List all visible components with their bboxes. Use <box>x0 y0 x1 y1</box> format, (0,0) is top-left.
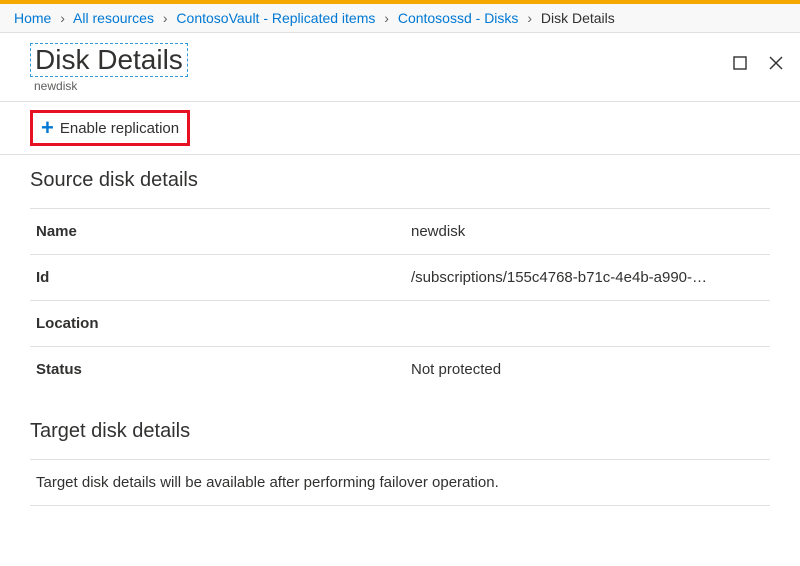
detail-value <box>411 315 764 332</box>
detail-row-location: Location <box>30 300 770 346</box>
breadcrumb-disks[interactable]: Contosossd - Disks <box>398 10 519 26</box>
breadcrumb-vault[interactable]: ContosoVault - Replicated items <box>176 10 375 26</box>
source-section-title: Source disk details <box>30 169 770 192</box>
blade-content: Source disk details Name newdisk Id /sub… <box>0 155 800 520</box>
blade-header: Disk Details newdisk <box>0 33 800 102</box>
chevron-right-icon: › <box>527 10 532 26</box>
breadcrumb-home[interactable]: Home <box>14 10 51 26</box>
detail-row-id: Id /subscriptions/155c4768-b71c-4e4b-a99… <box>30 254 770 300</box>
target-section-message: Target disk details will be available af… <box>30 459 770 506</box>
plus-icon: + <box>41 117 54 139</box>
detail-label: Name <box>36 223 411 240</box>
close-icon[interactable] <box>766 53 786 76</box>
target-section-title: Target disk details <box>30 420 770 443</box>
detail-row-status: Status Not protected <box>30 346 770 392</box>
detail-label: Location <box>36 315 411 332</box>
restore-icon[interactable] <box>730 53 750 76</box>
detail-row-name: Name newdisk <box>30 208 770 254</box>
detail-value: Not protected <box>411 361 764 378</box>
breadcrumb-current: Disk Details <box>541 10 615 26</box>
detail-value: newdisk <box>411 223 764 240</box>
breadcrumb: Home › All resources › ContosoVault - Re… <box>0 4 800 33</box>
enable-replication-button[interactable]: + Enable replication <box>30 110 190 146</box>
page-title: Disk Details <box>30 43 188 77</box>
detail-label: Status <box>36 361 411 378</box>
chevron-right-icon: › <box>163 10 168 26</box>
breadcrumb-all-resources[interactable]: All resources <box>73 10 154 26</box>
chevron-right-icon: › <box>384 10 389 26</box>
command-bar: + Enable replication <box>0 102 800 155</box>
enable-replication-label: Enable replication <box>60 120 179 137</box>
detail-value: /subscriptions/155c4768-b71c-4e4b-a990-… <box>411 269 764 286</box>
detail-label: Id <box>36 269 411 286</box>
page-subtitle: newdisk <box>30 79 188 93</box>
chevron-right-icon: › <box>60 10 65 26</box>
